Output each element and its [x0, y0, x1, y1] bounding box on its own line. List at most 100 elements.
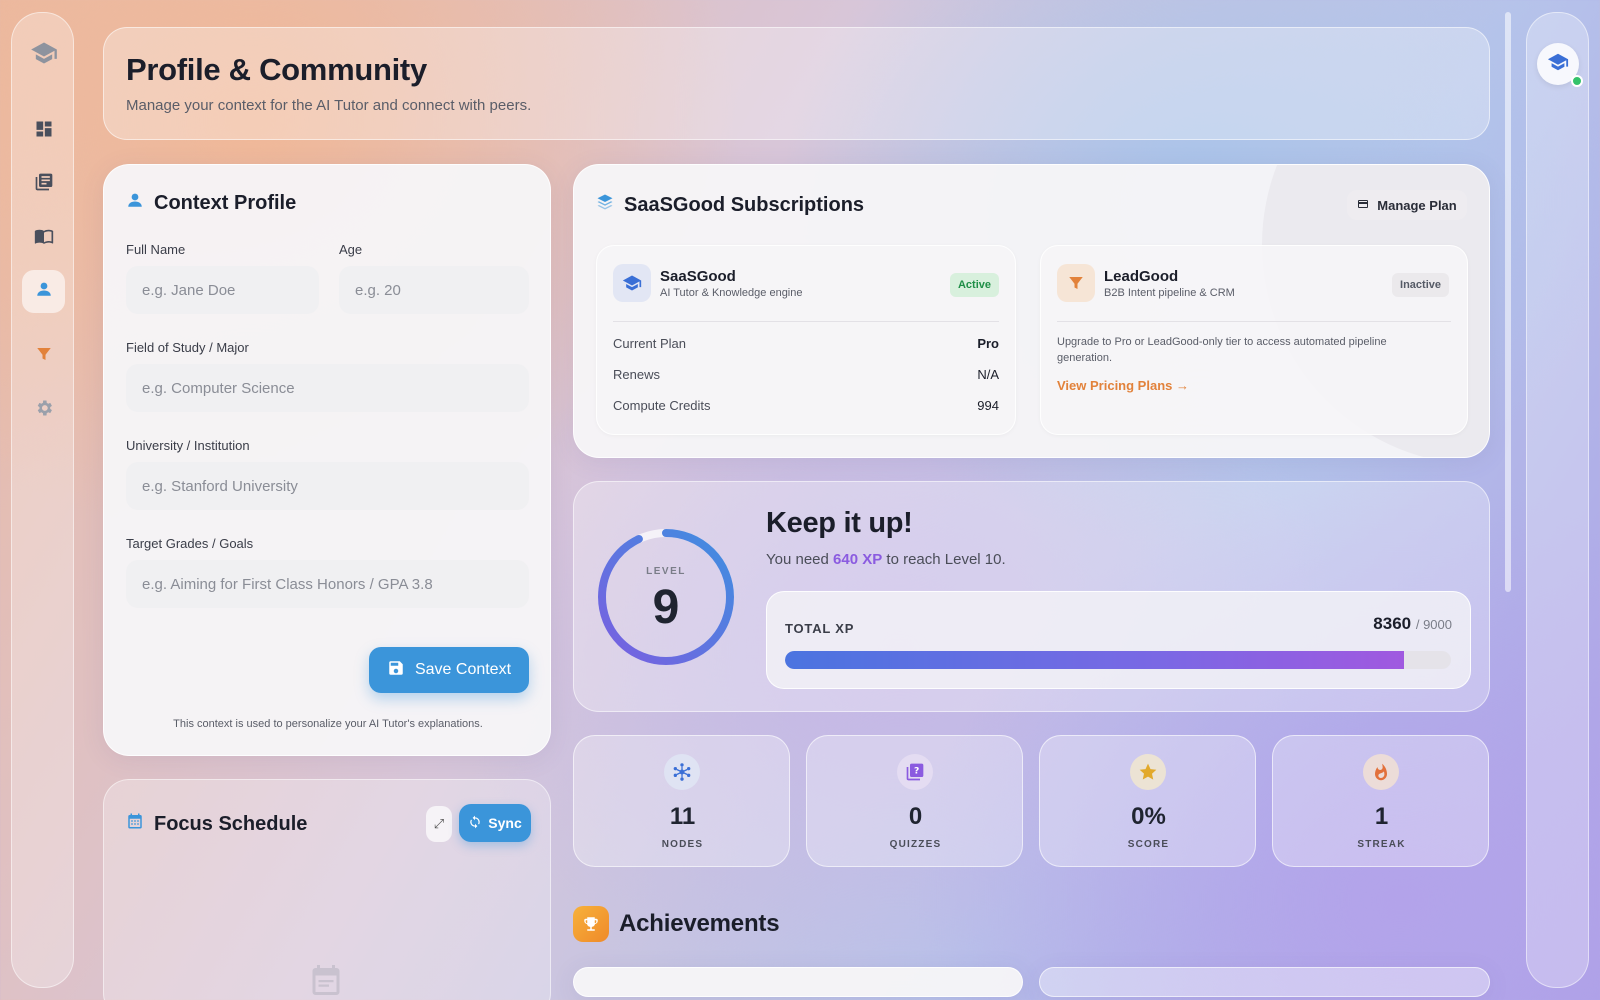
- graduation-cap-icon[interactable]: [30, 39, 58, 67]
- level-label: LEVEL: [646, 566, 686, 577]
- sync-button[interactable]: Sync: [459, 804, 531, 842]
- achievement-card: [1039, 967, 1490, 997]
- layers-icon: [596, 193, 614, 217]
- stat-value: 1: [1374, 803, 1389, 830]
- user-icon: [126, 191, 144, 215]
- gear-icon: [34, 398, 54, 423]
- save-context-button[interactable]: Save Context: [369, 647, 529, 693]
- full-name-label: Full Name: [126, 242, 186, 257]
- divider: [613, 321, 999, 322]
- right-rail: [1526, 12, 1589, 988]
- total-xp-value: 8360 / 9000: [1373, 614, 1452, 633]
- xp-progress-fill: [785, 651, 1404, 669]
- view-pricing-link[interactable]: View Pricing Plans →: [1057, 378, 1189, 393]
- schedule-empty-icon: [308, 960, 344, 1000]
- age-input[interactable]: [339, 266, 529, 314]
- trophy-icon: [573, 906, 609, 942]
- stat-label: STREAK: [1357, 839, 1406, 850]
- nav-library[interactable]: [22, 163, 65, 206]
- compute-credits-label: Compute Credits: [613, 398, 711, 413]
- saasgood-subscription: SaaSGood AI Tutor & Knowledge engine Act…: [596, 245, 1016, 435]
- achievements-title: Achievements: [619, 910, 780, 937]
- leadgood-subscription: LeadGood B2B Intent pipeline & CRM Inact…: [1040, 245, 1468, 435]
- manage-plan-button[interactable]: Manage Plan: [1347, 190, 1467, 220]
- saasgood-name: SaaSGood: [660, 268, 736, 285]
- context-profile-title: Context Profile: [126, 191, 296, 215]
- nav-settings[interactable]: [22, 389, 65, 432]
- full-name-input[interactable]: [126, 266, 319, 314]
- network-icon: [664, 754, 700, 790]
- stat-value: 0%: [1131, 803, 1166, 830]
- stat-value: 11: [669, 803, 696, 830]
- status-badge: Inactive: [1392, 273, 1449, 297]
- xp-needed-text: You need 640 XP to reach Level 10.: [766, 551, 1006, 568]
- graduation-cap-icon: [613, 264, 651, 302]
- renews-label: Renews: [613, 367, 660, 382]
- stat-nodes: 11 NODES: [573, 735, 790, 867]
- nav-leads[interactable]: [22, 335, 65, 378]
- dashboard-icon: [34, 119, 54, 144]
- field-of-study-label: Field of Study / Major: [126, 340, 249, 355]
- stat-streak: 1 STREAK: [1272, 735, 1489, 867]
- online-status-dot: [1571, 75, 1583, 87]
- left-nav: [11, 12, 74, 988]
- funnel-icon: [35, 345, 53, 368]
- level-headline: Keep it up!: [766, 507, 913, 539]
- refresh-icon: [468, 815, 482, 832]
- xp-progress-bar: [785, 651, 1451, 669]
- current-plan-value: Pro: [977, 336, 999, 351]
- field-of-study-input[interactable]: [126, 364, 529, 412]
- total-xp-label: TOTAL XP: [785, 621, 855, 636]
- graduation-cap-icon: [1547, 51, 1569, 78]
- renews-value: N/A: [977, 367, 999, 382]
- saasgood-desc: AI Tutor & Knowledge engine: [660, 287, 803, 299]
- main-scrollbar[interactable]: [1505, 12, 1511, 592]
- credit-card-icon: [1357, 198, 1369, 213]
- context-note: This context is used to personalize your…: [173, 718, 483, 730]
- divider: [1057, 321, 1451, 322]
- star-icon: [1130, 754, 1166, 790]
- subscriptions-title: SaaSGood Subscriptions: [596, 193, 864, 217]
- funnel-icon: [1057, 264, 1095, 302]
- context-profile-card: Context Profile Full Name Age Field of S…: [103, 164, 551, 756]
- total-xp-card: TOTAL XP 8360 / 9000: [766, 591, 1471, 689]
- page-title: Profile & Community: [126, 52, 427, 87]
- age-label: Age: [339, 242, 363, 257]
- leadgood-name: LeadGood: [1104, 268, 1179, 285]
- goals-input[interactable]: [126, 560, 529, 608]
- quiz-icon: ?: [897, 754, 933, 790]
- svg-text:?: ?: [914, 766, 919, 777]
- nav-book[interactable]: [22, 217, 65, 260]
- stat-label: SCORE: [1127, 839, 1170, 850]
- focus-schedule-title: Focus Schedule: [126, 812, 307, 836]
- stat-quizzes: ? 0 QUIZZES: [806, 735, 1023, 867]
- nav-profile[interactable]: [22, 270, 65, 313]
- page-header: Profile & Community Manage your context …: [103, 27, 1490, 140]
- stat-label: QUIZZES: [889, 839, 942, 850]
- library-icon: [34, 172, 54, 197]
- page-subtitle: Manage your context for the AI Tutor and…: [126, 97, 532, 114]
- compute-credits-value: 994: [977, 398, 999, 413]
- leadgood-desc: B2B Intent pipeline & CRM: [1104, 287, 1235, 299]
- stat-value: 0: [908, 803, 923, 830]
- user-icon: [35, 280, 53, 303]
- level-card: LEVEL 9 Keep it up! You need 640 XP to r…: [573, 481, 1490, 712]
- university-input[interactable]: [126, 462, 529, 510]
- subscriptions-card: SaaSGood Subscriptions Manage Plan SaaSG…: [573, 164, 1490, 458]
- flame-icon: [1363, 754, 1399, 790]
- focus-schedule-card: Focus Schedule ⤢ Sync: [103, 779, 551, 1000]
- book-icon: [33, 226, 55, 251]
- status-badge: Active: [949, 273, 999, 297]
- stat-label: NODES: [661, 839, 704, 850]
- goals-label: Target Grades / Goals: [126, 536, 254, 551]
- university-label: University / Institution: [126, 438, 250, 453]
- expand-button[interactable]: ⤢: [426, 806, 452, 842]
- upgrade-text: Upgrade to Pro or LeadGood-only tier to …: [1057, 336, 1387, 364]
- stat-score: 0% SCORE: [1039, 735, 1256, 867]
- floppy-disk-icon: [387, 659, 405, 682]
- nav-dashboard[interactable]: [22, 110, 65, 153]
- level-value: 9: [652, 581, 680, 634]
- calendar-icon: [126, 812, 144, 836]
- current-plan-label: Current Plan: [613, 336, 686, 351]
- expand-icon: ⤢: [433, 816, 445, 831]
